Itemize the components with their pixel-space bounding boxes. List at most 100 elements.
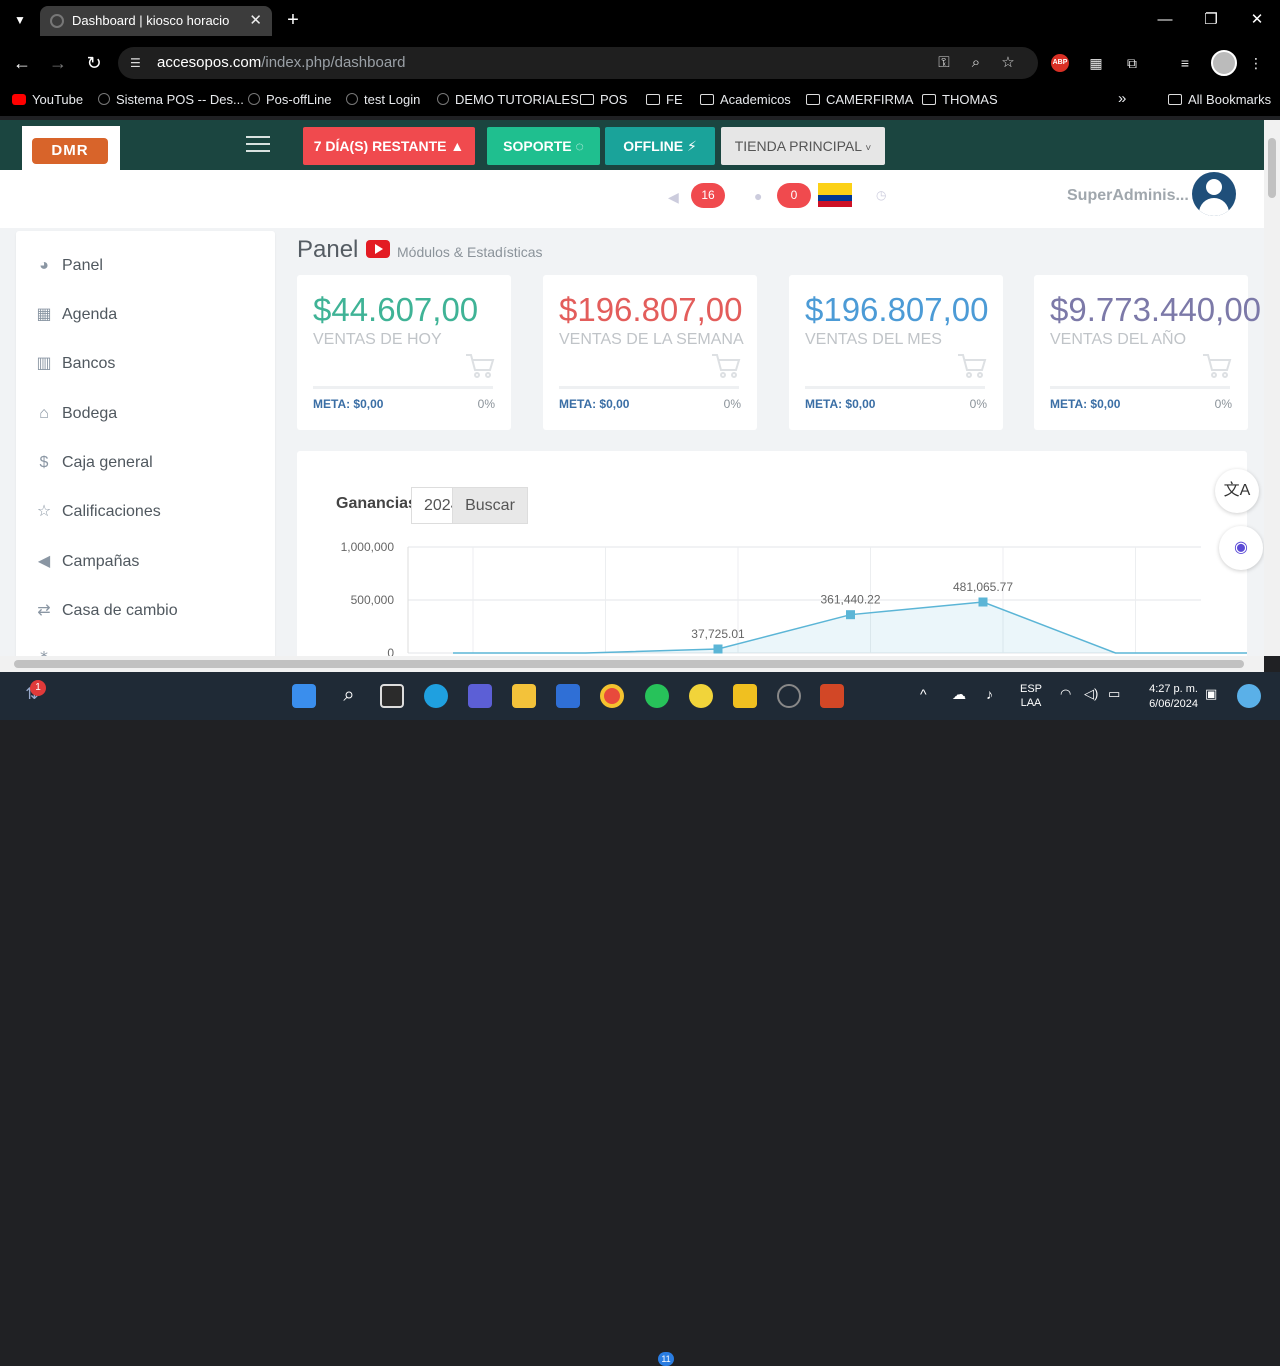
bookmark-folder-thomas[interactable]: THOMAS xyxy=(922,92,998,107)
whatsapp-icon[interactable] xyxy=(645,684,669,708)
tray-chevron-icon[interactable]: ^ xyxy=(920,686,927,702)
bookmark-folder-fe[interactable]: FE xyxy=(646,92,683,107)
bookmark-star-icon[interactable]: ☆ xyxy=(998,53,1018,73)
search-button[interactable]: Buscar xyxy=(452,487,528,524)
sidebar-item-casa-de-cambio[interactable]: ⇄ Casa de cambio xyxy=(34,598,177,624)
browser-tab-dashboard[interactable]: Dashboard | kiosco horacio ✕ xyxy=(40,6,272,36)
new-tab-button[interactable]: + xyxy=(282,8,304,32)
bookmark-folder-camerfirma[interactable]: CAMERFIRMA xyxy=(806,92,913,107)
hamburger-menu-icon[interactable] xyxy=(246,136,270,154)
offline-button[interactable]: OFFLINE ⚡ xyxy=(605,127,715,165)
sidebar-item-caja-general[interactable]: $ Caja general xyxy=(34,450,153,476)
all-bookmarks[interactable]: All Bookmarks xyxy=(1168,92,1271,107)
bookmark-folder-pos[interactable]: POS xyxy=(580,92,627,107)
stat-progress-bar xyxy=(313,386,493,389)
task-view-icon[interactable] xyxy=(380,684,404,708)
assistant-bot-icon[interactable]: ◉ xyxy=(1219,526,1263,570)
notes-app-icon[interactable] xyxy=(733,684,757,708)
sidebar-item-campanas[interactable]: ◀ Campañas xyxy=(34,549,140,575)
browser-menu-icon[interactable]: ⋮ xyxy=(1246,53,1266,73)
bookmark-youtube[interactable]: YouTube xyxy=(12,92,83,107)
url-text[interactable]: accesopos.com/index.php/dashboard xyxy=(157,54,406,71)
stat-percent: 0% xyxy=(477,397,495,411)
reload-icon[interactable]: ↻ xyxy=(82,51,106,75)
edge-icon[interactable] xyxy=(424,684,448,708)
youtube-tutorial-icon[interactable] xyxy=(366,240,390,258)
folder-icon xyxy=(1168,94,1182,105)
horizontal-scrollbar[interactable] xyxy=(0,656,1264,672)
globe-icon xyxy=(98,93,110,105)
bookmark-test-login[interactable]: test Login xyxy=(346,92,420,107)
stat-amount: $196.807,00 xyxy=(559,291,743,328)
messages-count-badge[interactable]: 16 xyxy=(691,183,725,208)
store-icon[interactable] xyxy=(556,684,580,708)
bookmark-sistema-pos[interactable]: Sistema POS -- Des... xyxy=(98,92,244,107)
tab-search-chevron-icon[interactable]: ▼ xyxy=(8,8,32,32)
sidebar-item-partial[interactable]: ⁂ xyxy=(34,647,62,656)
wifi-icon[interactable]: ◠ xyxy=(1060,686,1071,702)
stat-card-today: $44.607,00 VENTAS DE HOY META: $0,00 0% xyxy=(297,275,511,430)
colombia-flag-icon[interactable] xyxy=(818,183,852,207)
vertical-scrollbar[interactable] xyxy=(1264,120,1280,656)
language-indicator[interactable]: ESP LAA xyxy=(1016,682,1046,710)
file-explorer-icon[interactable] xyxy=(512,684,536,708)
volume-icon[interactable]: ◁) xyxy=(1084,686,1098,702)
cloud-icon[interactable]: ☁ xyxy=(952,686,966,703)
sidebar-item-panel[interactable]: ◕ Panel xyxy=(34,253,103,279)
messaging-app-icon[interactable] xyxy=(689,684,713,708)
minimize-icon[interactable]: — xyxy=(1142,0,1188,40)
sidebar-item-calificaciones[interactable]: ☆ Calificaciones xyxy=(34,499,161,525)
y-tick-label: 0 xyxy=(387,646,394,656)
microphone-icon[interactable]: ♪ xyxy=(986,686,993,702)
media-queue-icon[interactable]: ≡ xyxy=(1175,53,1195,73)
y-tick-label: 1,000,000 xyxy=(341,540,395,554)
data-label: 481,065.77 xyxy=(953,580,1013,594)
bookmark-label: YouTube xyxy=(32,92,84,107)
store-select-button[interactable]: TIENDA PRINCIPAL ˅ xyxy=(721,127,885,165)
forward-arrow-icon[interactable]: → xyxy=(46,51,70,75)
adblock-extension-icon[interactable]: ABP xyxy=(1051,54,1069,72)
back-arrow-icon[interactable]: ← xyxy=(10,51,34,75)
site-info-icon[interactable]: ☰ xyxy=(130,55,146,71)
bookmark-pos-offline[interactable]: Pos-offLine xyxy=(248,92,332,107)
days-remaining-button[interactable]: 7 DÍA(S) RESTANTE ▲ xyxy=(303,127,475,165)
stat-label: VENTAS DE HOY xyxy=(313,331,442,348)
password-key-icon[interactable]: ⚿ xyxy=(934,53,954,73)
battery-icon[interactable]: ▭ xyxy=(1108,686,1120,702)
app-logo[interactable]: DMR xyxy=(22,126,120,170)
broadcast-icon[interactable] xyxy=(777,684,801,708)
notifications-count-badge[interactable]: 0 xyxy=(777,183,811,208)
restore-icon[interactable]: ❐ xyxy=(1188,0,1234,40)
user-name[interactable]: SuperAdminis... xyxy=(1067,187,1189,205)
sidebar-item-bancos[interactable]: ▥ Bancos xyxy=(34,351,115,377)
notification-center-icon[interactable]: ▣ xyxy=(1205,686,1217,702)
system-clock[interactable]: 4:27 p. m. 6/06/2024 xyxy=(1136,682,1198,712)
address-bar[interactable]: ☰ accesopos.com/index.php/dashboard ⚿ ⌕ … xyxy=(118,47,1038,79)
more-bookmarks-chevron-icon[interactable]: » xyxy=(1118,90,1126,107)
user-avatar-icon[interactable] xyxy=(1192,172,1236,216)
dollar-icon: $ xyxy=(39,454,49,471)
teams-icon[interactable] xyxy=(468,684,492,708)
windows-start-icon[interactable] xyxy=(292,684,316,708)
translate-icon[interactable]: 文A xyxy=(1215,469,1259,513)
window-close-icon[interactable]: ✕ xyxy=(1234,0,1280,40)
sidebar-item-agenda[interactable]: ▦ Agenda xyxy=(34,302,117,328)
tab-close-icon[interactable]: ✕ xyxy=(249,6,262,36)
zoom-icon[interactable]: ⌕ xyxy=(966,53,986,73)
megaphone-icon[interactable]: ◀ xyxy=(668,189,679,206)
extensions-puzzle-icon[interactable]: ⧉ xyxy=(1122,53,1142,73)
copilot-icon[interactable] xyxy=(1237,684,1261,708)
chrome-icon[interactable] xyxy=(600,684,624,708)
bookmark-folder-academicos[interactable]: Academicos xyxy=(700,92,791,107)
search-icon[interactable]: ⌕ xyxy=(337,684,361,708)
sidebar-item-bodega[interactable]: ⌂ Bodega xyxy=(34,401,117,427)
page-subtitle: Módulos & Estadísticas xyxy=(397,244,543,260)
year-input[interactable] xyxy=(411,487,453,524)
profile-avatar[interactable] xyxy=(1211,50,1237,76)
support-button[interactable]: SOPORTE ◌ xyxy=(487,127,600,165)
bookmark-demo-tutoriales[interactable]: DEMO TUTORIALES xyxy=(437,92,579,107)
bookmark-label: CAMERFIRMA xyxy=(826,92,914,107)
bell-icon[interactable]: ● xyxy=(754,188,762,204)
powerpoint-icon[interactable] xyxy=(820,684,844,708)
qr-extension-icon[interactable]: ▦ xyxy=(1086,53,1106,73)
